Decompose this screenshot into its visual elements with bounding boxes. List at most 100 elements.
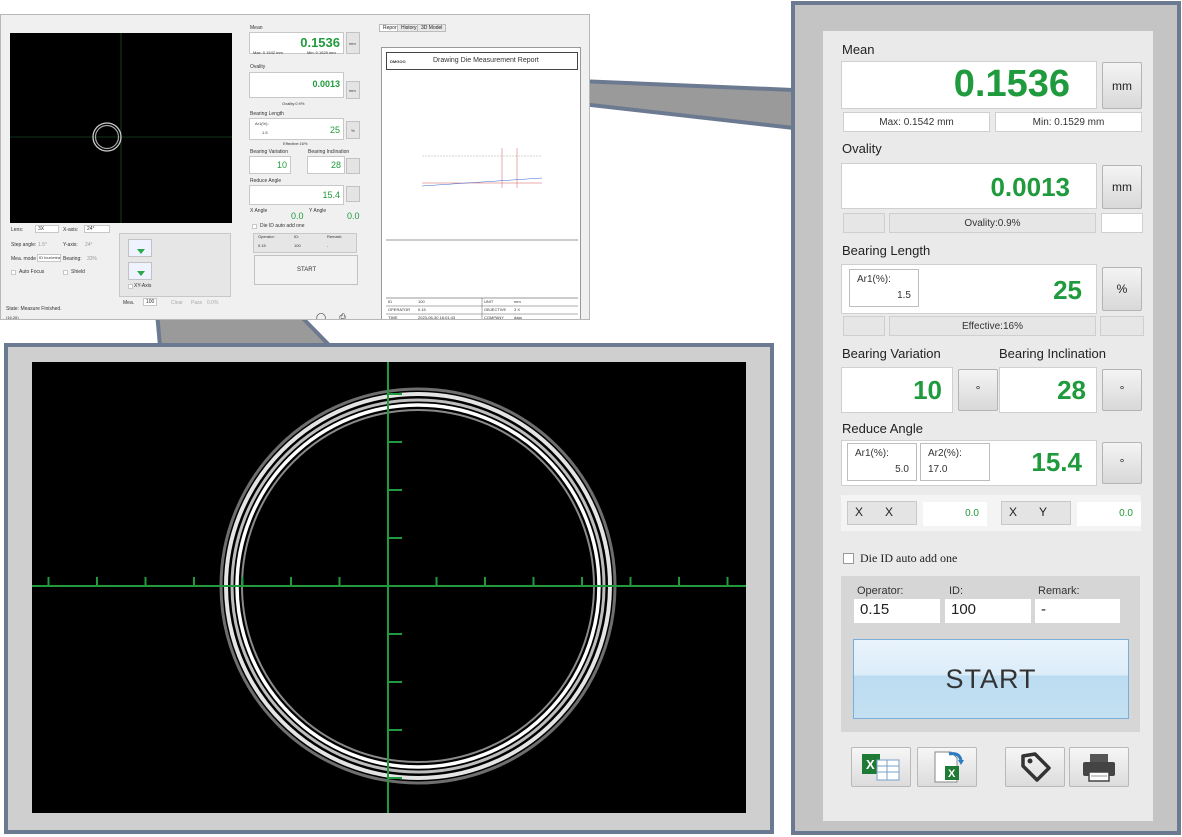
mini-operator-group: Operator: 0.15 ID: 100 Remark: - [253,233,357,253]
mean-unit-button[interactable]: mm [1102,62,1142,109]
start-button[interactable]: START [853,639,1129,719]
y-angle-value: 0.0 [1077,502,1141,526]
mini-x-angle-value: 0.0 [291,211,304,221]
ovality-sub-right [1101,213,1143,233]
mini-report-time-label: TIME [388,315,398,320]
mean-value: 0.1536 [953,63,1070,105]
mini-down-arrow-icon-2 [137,271,145,276]
reduce-angle-label: Reduce Angle [842,421,923,436]
ovality-percent: Ovality:0.9% [889,213,1096,233]
svg-text:X: X [948,768,956,780]
measurement-panel: Mean 0.1536 mm Max: 0.1542 mm Min: 0.152… [823,31,1153,821]
excel-export-button[interactable]: X [851,747,911,787]
mini-ovality-label: Ovality [250,64,266,70]
mini-y-angle-label: Y Angle [309,208,327,214]
crosshair [32,362,746,813]
bearing-variation-label: Bearing Variation [842,346,941,361]
mini-x-angle-label: X Angle [250,208,268,214]
mini-xaxis-label: X-axis: [63,227,79,233]
operator-input[interactable]: 0.15 [854,599,940,623]
reduce-angle-ar1-field[interactable]: Ar1(%): 5.0 [847,443,917,481]
mini-die-id-checkbox[interactable] [252,224,257,229]
mini-ovality-unit[interactable]: mm [346,81,360,99]
mini-yaxis-label: Y-axis: [63,242,78,248]
mini-report-objective-value: 3 X [514,307,521,312]
mini-mea-input[interactable]: 100 [143,298,157,306]
mini-mean-label: Mean [250,25,263,31]
app-screenshot-thumbnail: Lens: 3X X-axis: 24° Step angle: 1.5° Y-… [0,14,590,320]
reduce-angle-value: 15.4 [1031,447,1082,477]
ovality-label: Ovality [842,141,882,156]
reduce-angle-unit-button[interactable]: ° [1102,442,1142,484]
mini-bearing-inclination-unit[interactable] [346,158,360,174]
bearing-length-ar1-field[interactable]: Ar1(%): 1.5 [849,269,919,307]
mini-direction-pad: XY-Axis [119,233,231,297]
bearing-length-value: 25 [1053,275,1082,305]
y-angle-label: X Y [1001,501,1071,525]
mean-value-box: 0.1536 [841,61,1097,109]
mini-step-label: Step angle: [11,242,37,248]
mini-zplus-button[interactable] [128,239,152,257]
x-angle-label: X X [847,501,917,525]
mini-bearing-inclination-box: 28 [307,156,345,174]
ovality-sub-left [843,213,885,233]
mean-max: Max: 0.1542 mm [843,112,990,132]
mini-reduce-angle-box: 15.4 [249,185,344,205]
ovality-value-box: 0.0013 [841,163,1097,209]
mini-xaxis-select[interactable]: 24° [84,225,110,233]
die-id-auto-checkbox[interactable] [843,553,854,564]
mini-bearing-label: Bearing: [63,256,82,262]
mini-mean-unit[interactable]: mm [346,32,360,54]
ovality-value: 0.0013 [990,172,1070,202]
id-input[interactable]: 100 [945,599,1031,623]
mini-autofocus-checkbox[interactable] [11,270,16,275]
bearing-inclination-label: Bearing Inclination [999,346,1106,361]
excel-import-icon: X [934,751,964,783]
mini-bearing-inclination-label: Bearing Inclination [308,149,350,155]
ovality-unit-button[interactable]: mm [1102,165,1142,209]
mini-coord-text: (16,26) [6,315,19,320]
mini-lens-select[interactable]: 3X [35,225,59,233]
mini-reduce-angle-unit[interactable] [346,186,360,202]
mini-tag-icon[interactable]: ◯ [316,312,326,319]
x-angle-value: 0.0 [923,502,987,526]
mini-clear-button[interactable]: Clear [171,300,183,306]
bearing-length-sub-right [1100,316,1144,336]
mini-xy-axis-label: XY-Axis [134,283,152,289]
mini-report-drawing [386,148,578,319]
mini-printer-icon[interactable]: ⎙ [339,312,346,319]
mini-bearing-length-unit[interactable]: % [346,121,360,139]
mini-report-objective-label: OBJECTIVE [484,307,507,312]
excel-export-icon: X [862,754,900,781]
bearing-inclination-value: 28 [1057,375,1086,405]
mini-report-time-value: 2023-06-30 16:01:43 [418,315,456,320]
mean-label: Mean [842,42,875,57]
print-button[interactable] [1069,747,1129,787]
mini-bearing-length-label: Bearing Length [250,111,284,117]
reduce-angle-ar2-field[interactable]: Ar2(%): 17.0 [920,443,990,481]
remark-input[interactable]: - [1035,599,1120,623]
mini-shield-checkbox[interactable] [63,270,68,275]
camera-viewer[interactable] [32,362,746,813]
mini-xy-axis-checkbox[interactable] [128,284,133,289]
bearing-length-unit-button[interactable]: % [1102,267,1142,311]
bearing-variation-box: 10 [841,367,953,413]
mini-zminus-button[interactable] [128,262,152,280]
mini-tab-3d-model[interactable]: 3D Model [417,24,447,32]
bearing-variation-unit-button[interactable]: ° [958,369,998,411]
mini-mode-select[interactable]: ID four/mtra [37,254,61,262]
printer-icon [1083,754,1115,782]
mini-start-button[interactable]: START [254,255,358,285]
tag-button[interactable] [1005,747,1065,787]
mini-report-unit-value: mm [514,299,521,304]
mean-min: Min: 0.1529 mm [995,112,1142,132]
excel-import-button[interactable]: X [917,747,977,787]
mini-pass-value: 0.0% [207,300,219,306]
mini-report-company-label: COMPANY [484,315,504,320]
die-id-auto-label: Die ID auto add one [860,551,958,565]
mini-report-id-value: 100 [418,299,425,304]
mini-status-text: State: Measure Finished. [6,306,62,312]
remark-label: Remark: [1038,585,1080,597]
bearing-inclination-unit-button[interactable]: ° [1102,369,1142,411]
mini-y-angle-value: 0.0 [347,211,360,221]
